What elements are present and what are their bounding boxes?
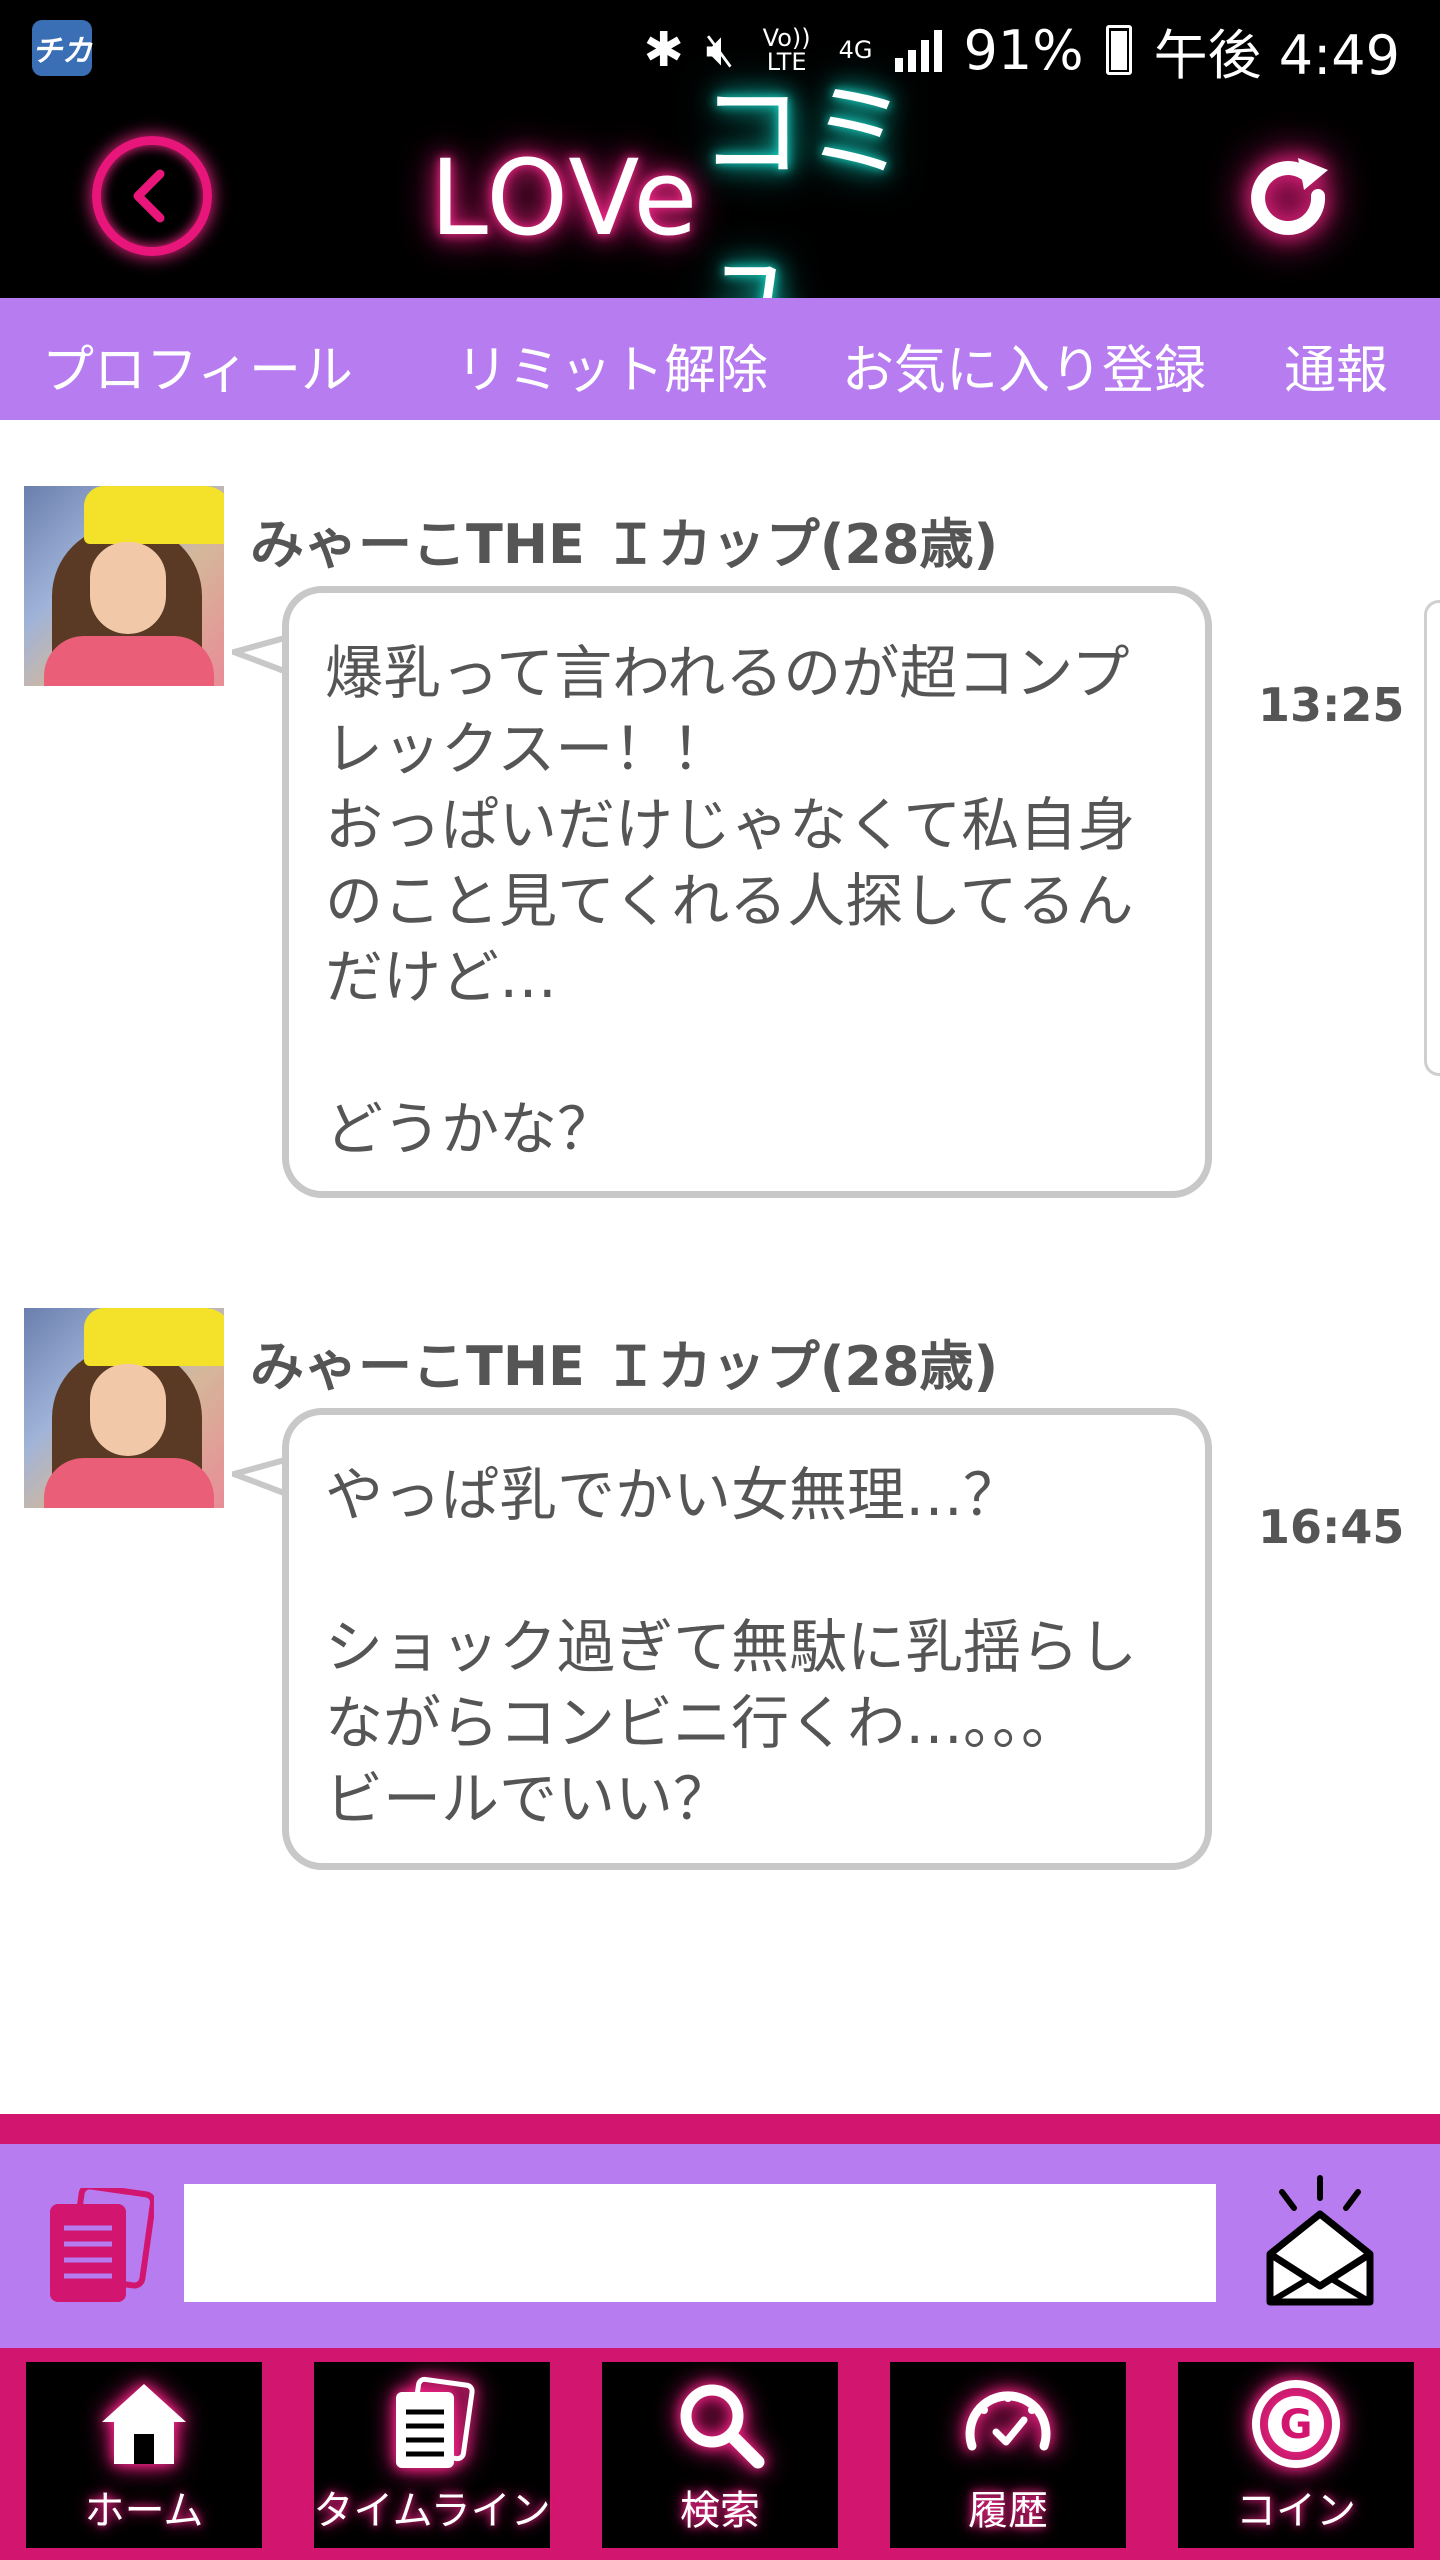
battery-icon (1105, 25, 1132, 75)
template-icon[interactable] (46, 2188, 154, 2306)
message-bubble: やっぱ乳でかい女無理…？ ショック過ぎて無駄に乳揺らし ながらコンビニ行くわ…。… (282, 1408, 1212, 1870)
message-text-line: おっぱいだけじゃなくて私自身 (325, 791, 1136, 859)
tab-home[interactable]: ホーム (26, 2362, 262, 2548)
timeline-icon (396, 2376, 475, 2468)
message-text-line: やっぱ乳でかい女無理…？ (325, 1461, 1022, 1529)
app-header: LOVe コミュ (0, 71, 1440, 344)
message-text-line (325, 1533, 1175, 1609)
add-favorite-link[interactable]: お気に入り登録 (842, 328, 1206, 403)
tab-label: 検索 (680, 2488, 760, 2534)
message-bubble: 爆乳って言われるのが超コンプ レックスー！！ おっぱいだけじゃなくて私自身 のこ… (282, 586, 1212, 1198)
message-text-line: 爆乳って言われるのが超コンプ (325, 639, 1130, 707)
avatar[interactable] (24, 1308, 224, 1508)
message-time: 16:45 (1258, 1500, 1405, 1554)
coin-icon: G (1252, 2380, 1340, 2468)
tab-label: 履歴 (968, 2488, 1048, 2534)
message-text-line: のこと見てくれる人探してるん (325, 867, 1134, 935)
profile-link[interactable]: プロフィール (42, 328, 353, 403)
divider (0, 2114, 1440, 2144)
tab-label: タイムライン (313, 2488, 551, 2534)
tab-search[interactable]: 検索 (602, 2362, 838, 2548)
bottom-tab-bar: ホーム タイムライン 検索 履歴 G コイン (0, 2348, 1440, 2560)
message-text-line: ながらコンビニ行くわ…。。。 (325, 1689, 1080, 1757)
tab-label: ホーム (84, 2488, 204, 2534)
history-icon (965, 2391, 1051, 2451)
clock: 午後 4:49 (1153, 23, 1400, 87)
sender-name: みゃーこTHE Ｉカップ(28歳) (250, 1335, 999, 1398)
message-time: 13:25 (1258, 678, 1405, 732)
refresh-button[interactable] (1230, 140, 1350, 260)
tab-coin[interactable]: G コイン (1178, 2362, 1414, 2548)
svg-text:G: G (1280, 2402, 1313, 2448)
message-text-line: ビールでいい？ (325, 1765, 732, 1833)
tab-label: コイン (1236, 2488, 1356, 2534)
message-text-line: どうかな？ (325, 1095, 616, 1163)
search-icon (680, 2384, 765, 2469)
sender-name: みゃーこTHE Ｉカップ(28歳) (250, 513, 999, 576)
report-link[interactable]: 通報 (1284, 328, 1388, 403)
tab-timeline[interactable]: タイムライン (313, 2362, 551, 2548)
notification-app-icon: チカ (32, 20, 92, 76)
limit-release-link[interactable]: リミット解除 (456, 328, 768, 403)
compose-bar (0, 2144, 1440, 2348)
back-button[interactable] (92, 136, 212, 256)
message-input[interactable] (184, 2184, 1216, 2302)
logo-love: LOVe (430, 137, 700, 259)
sub-navigation: プロフィール リミット解除 お気に入り登録 通報 (0, 298, 1440, 420)
bluetooth-icon: ✱ (643, 22, 684, 78)
message-text-line: レックスー！！ (325, 715, 730, 783)
message-text-line: ショック過ぎて無駄に乳揺らし (325, 1613, 1138, 1681)
side-panel-edge[interactable] (1424, 600, 1440, 1076)
tab-history[interactable]: 履歴 (890, 2362, 1126, 2548)
message-text-line: だけど… (325, 943, 558, 1011)
home-icon (102, 2384, 186, 2464)
send-mail-icon[interactable] (1260, 2174, 1380, 2308)
app-logo: LOVe コミュ (430, 71, 1010, 344)
refresh-icon (1251, 158, 1328, 236)
message-text-line (325, 1015, 1175, 1091)
avatar[interactable] (24, 486, 224, 686)
chevron-left-icon (133, 169, 165, 223)
